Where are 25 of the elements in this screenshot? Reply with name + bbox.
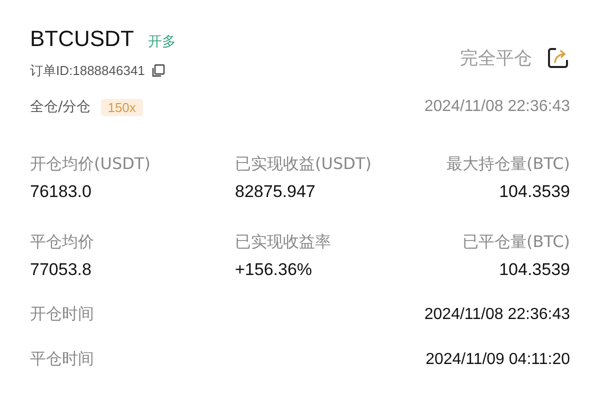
stat-label: 已平仓量(BTC) — [462, 232, 570, 253]
side-label: 开多 — [148, 33, 176, 51]
stat-value: 104.3539 — [499, 260, 570, 280]
symbol-title: BTCUSDT — [30, 26, 134, 52]
stat-label: 开仓均价(USDT) — [30, 154, 152, 175]
order-id: 订单ID:1888846341 — [30, 62, 145, 80]
time-value: 2024/11/08 22:36:43 — [424, 306, 570, 324]
close-all-button[interactable]: 完全平仓 — [460, 46, 532, 70]
share-icon[interactable] — [546, 46, 570, 70]
stat-value: 76183.0 — [30, 182, 92, 202]
stat-value: 104.3539 — [499, 182, 570, 202]
stat-label: 平仓均价 — [30, 232, 95, 253]
margin-mode: 全仓/分仓 — [30, 98, 91, 116]
order-time: 2024/11/08 22:36:43 — [424, 98, 570, 116]
time-label: 平仓时间 — [30, 349, 94, 370]
stat-value: +156.36% — [235, 260, 314, 280]
stat-label: 已实现收益率 — [235, 232, 332, 253]
stat-label: 最大持仓量(BTC) — [446, 154, 570, 175]
leverage-tag: 150x — [100, 98, 143, 116]
time-label: 开仓时间 — [30, 304, 94, 325]
copy-icon[interactable] — [150, 64, 165, 78]
stat-value: 77053.8 — [30, 260, 92, 280]
stat-label: 已实现收益(USDT) — [235, 154, 372, 175]
time-value: 2024/11/09 04:11:20 — [426, 350, 570, 368]
stat-value: 82875.947 — [235, 182, 316, 202]
